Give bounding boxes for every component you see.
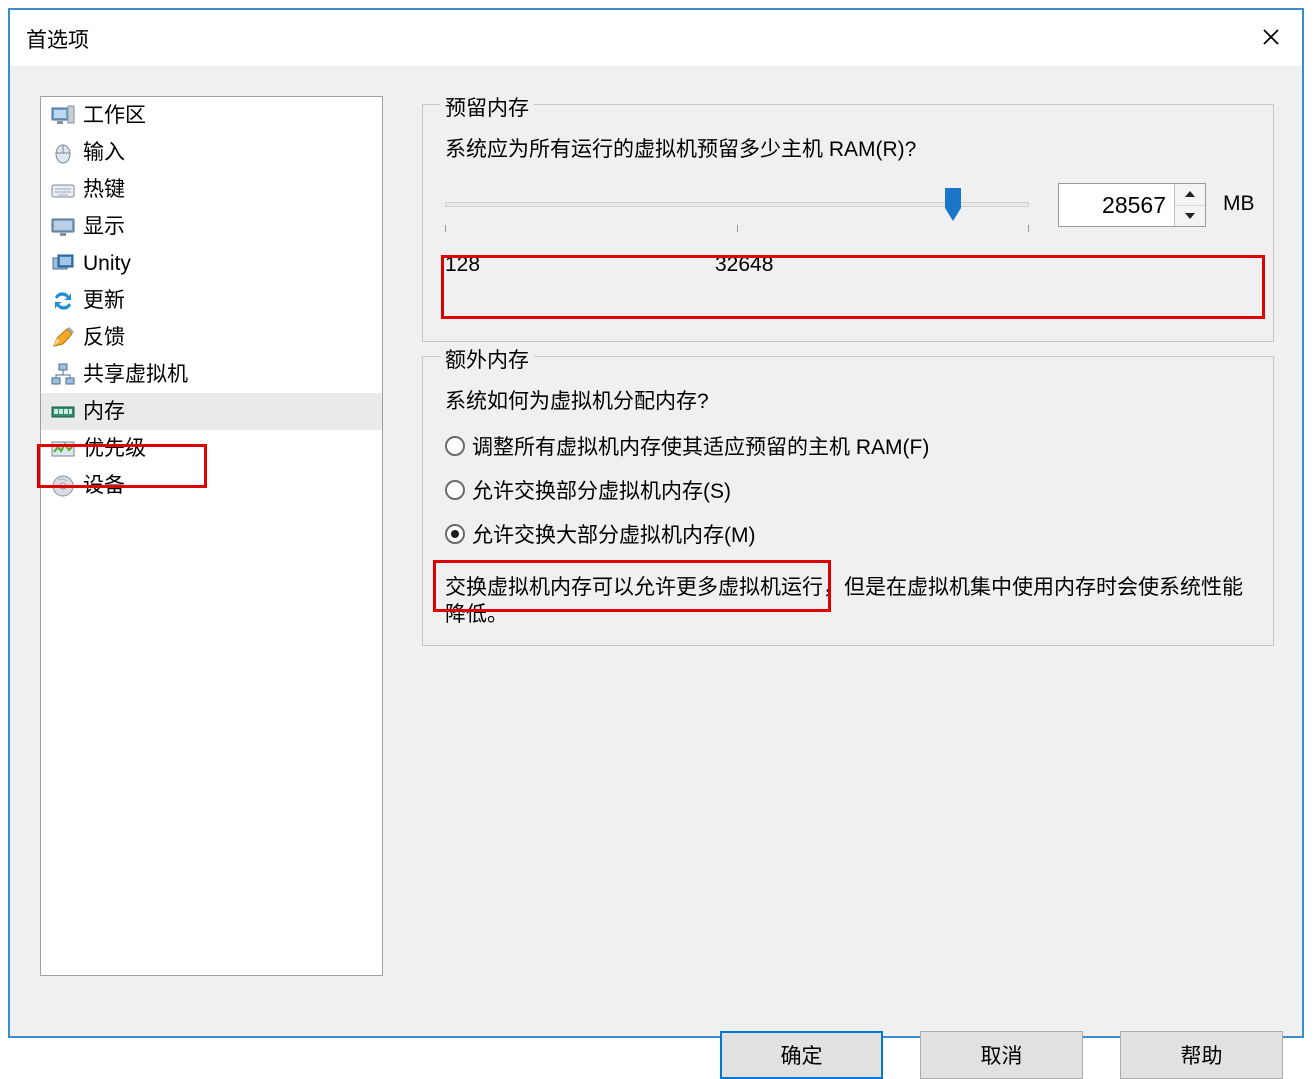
category-list[interactable]: 工作区 输入 热键 显示 Unity 更新 反馈 共享虚拟机 内存 优先级 设备: [40, 96, 383, 976]
caret-up-icon[interactable]: [1175, 184, 1205, 206]
workspace-icon: [50, 103, 76, 129]
reserved-memory-slider[interactable]: [445, 183, 1029, 233]
sidebar-item-shared-vms[interactable]: 共享虚拟机: [41, 356, 382, 393]
slider-thumb[interactable]: [943, 188, 963, 222]
sidebar-item-label: 显示: [83, 215, 125, 238]
dialog-body: 工作区 输入 热键 显示 Unity 更新 反馈 共享虚拟机 内存 优先级 设备…: [10, 66, 1302, 1079]
extra-memory-group: 额外内存 系统如何为虚拟机分配内存? 调整所有虚拟机内存使其适应预留的主机 RA…: [422, 344, 1274, 646]
reserved-memory-group: 预留内存 系统应为所有运行的虚拟机预留多少主机 RAM(R)? 28567 MB…: [422, 92, 1274, 342]
preferences-dialog: 首选项 工作区 输入 热键 显示 Unity 更新 反馈 共享虚拟机 内存 优先…: [8, 8, 1304, 1079]
slider-max-label: 32648: [715, 253, 774, 276]
mouse-icon: [50, 140, 76, 166]
memory-value-stepper[interactable]: [1174, 184, 1205, 226]
extra-memory-description: 交换虚拟机内存可以允许更多虚拟机运行，但是在虚拟机集中使用内存时会使系统性能降低…: [445, 576, 1243, 626]
radio-label: 调整所有虚拟机内存使其适应预留的主机 RAM(F): [472, 436, 930, 459]
window-title: 首选项: [26, 29, 89, 52]
radio-swap-most-vm-memory[interactable]: 允许交换大部分虚拟机内存(M): [445, 519, 755, 549]
sidebar-item-updates[interactable]: 更新: [41, 282, 382, 319]
radio-label: 允许交换大部分虚拟机内存(M): [472, 524, 756, 547]
radio-icon-selected: [445, 524, 465, 544]
update-icon: [50, 288, 76, 314]
reserved-memory-legend: 预留内存: [440, 92, 534, 122]
memory-value-input[interactable]: 28567: [1058, 183, 1206, 227]
extra-memory-legend: 额外内存: [440, 344, 534, 374]
radio-icon: [445, 436, 465, 456]
memory-unit-label: MB: [1223, 192, 1255, 215]
sidebar-item-label: 共享虚拟机: [83, 363, 188, 386]
sidebar-item-label: 输入: [83, 141, 125, 164]
sidebar-item-workspace[interactable]: 工作区: [41, 97, 382, 134]
reserved-memory-question: 系统应为所有运行的虚拟机预留多少主机 RAM(R)?: [445, 138, 917, 161]
radio-label: 允许交换部分虚拟机内存(S): [472, 480, 731, 503]
title-bar: 首选项: [10, 10, 1302, 66]
sidebar-item-display[interactable]: 显示: [41, 208, 382, 245]
sidebar-item-memory[interactable]: 内存: [41, 393, 382, 430]
slider-track[interactable]: [445, 202, 1029, 207]
close-icon[interactable]: [1240, 10, 1302, 64]
slider-min-label: 128: [445, 253, 481, 276]
device-icon: [50, 473, 76, 499]
radio-icon: [445, 480, 465, 500]
sidebar-item-label: Unity: [83, 252, 131, 275]
radio-swap-some-vm-memory[interactable]: 允许交换部分虚拟机内存(S): [445, 475, 731, 505]
shared-vm-icon: [50, 362, 76, 388]
sidebar-item-feedback[interactable]: 反馈: [41, 319, 382, 356]
sidebar-item-label: 热键: [83, 178, 125, 201]
sidebar-item-label: 反馈: [83, 326, 125, 349]
help-button[interactable]: 帮助: [1120, 1031, 1283, 1079]
sidebar-item-input[interactable]: 输入: [41, 134, 382, 171]
display-icon: [50, 214, 76, 240]
sidebar-item-label: 优先级: [83, 437, 146, 460]
sidebar-item-label: 更新: [83, 289, 125, 312]
sidebar-item-hotkeys[interactable]: 热键: [41, 171, 382, 208]
priority-icon: [50, 436, 76, 462]
keyboard-icon: [50, 177, 76, 203]
ok-button[interactable]: 确定: [720, 1031, 883, 1079]
extra-memory-question: 系统如何为虚拟机分配内存?: [445, 390, 709, 413]
sidebar-item-label: 工作区: [83, 104, 146, 127]
sidebar-item-unity[interactable]: Unity: [41, 245, 382, 282]
caret-down-icon[interactable]: [1175, 206, 1205, 227]
sidebar-item-devices[interactable]: 设备: [41, 467, 382, 504]
unity-icon: [50, 251, 76, 277]
feedback-icon: [50, 325, 76, 351]
memory-icon: [50, 399, 76, 425]
cancel-button[interactable]: 取消: [920, 1031, 1083, 1079]
slider-tickmarks: [445, 225, 1029, 233]
sidebar-item-priority[interactable]: 优先级: [41, 430, 382, 467]
radio-fit-all-vm-memory[interactable]: 调整所有虚拟机内存使其适应预留的主机 RAM(F): [445, 431, 929, 461]
sidebar-item-label: 内存: [83, 400, 125, 423]
sidebar-item-label: 设备: [83, 474, 125, 497]
memory-value-text[interactable]: 28567: [1059, 184, 1174, 226]
